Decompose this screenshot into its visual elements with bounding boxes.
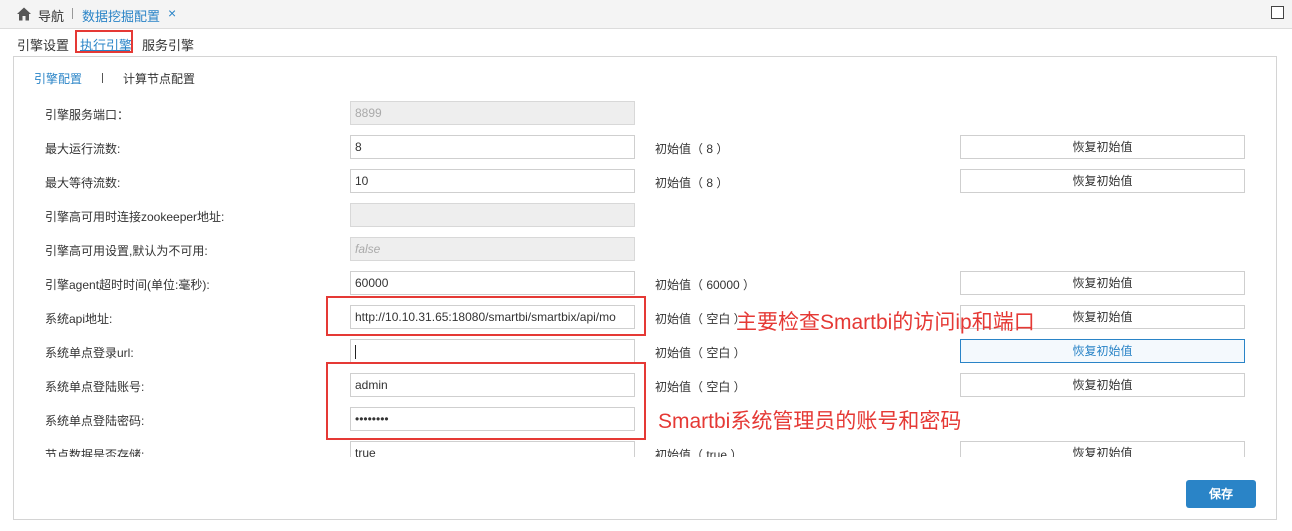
engine-port-field: 8899 (350, 101, 635, 125)
top-tab-bar: 导航 数据挖掘配置 × (0, 0, 1292, 29)
reset-button[interactable]: 恢复初始值 (960, 135, 1245, 159)
field-label: 系统单点登陆账号: (45, 380, 145, 394)
max-waiting-flows-input[interactable]: 10 (350, 169, 635, 193)
form-row-engine-port: 引擎服务端口： 8899 (14, 101, 1276, 127)
agent-timeout-input[interactable]: 60000 (350, 271, 635, 295)
form-row-node-storage: 节点数据是否存储: true 初始值（ true ） 恢复初始值 (14, 441, 1276, 457)
reset-button[interactable]: 恢复初始值 (960, 271, 1245, 295)
field-label: 最大运行流数: (45, 142, 121, 156)
max-running-flows-input[interactable]: 8 (350, 135, 635, 159)
sso-url-input[interactable] (350, 339, 635, 363)
tab-engine-settings[interactable]: 引擎设置 (17, 35, 69, 54)
form-row-max-waiting: 最大等待流数: 10 初始值（ 8 ） 恢复初始值 (14, 169, 1276, 195)
annotation-api-note: 主要检查Smartbi的访问ip和端口 (736, 311, 1035, 334)
field-label: 引擎服务端口： (45, 108, 130, 122)
reset-button[interactable]: 恢复初始值 (960, 441, 1245, 457)
form-row-zookeeper: 引擎高可用时连接zookeeper地址: (14, 203, 1276, 229)
field-label: 最大等待流数: (45, 176, 121, 190)
reset-button[interactable]: 恢复初始值 (960, 339, 1245, 363)
field-label: 系统单点登录url: (45, 346, 134, 360)
initial-value: 初始值（ 60000 ） (655, 278, 756, 292)
node-storage-input[interactable]: true (350, 441, 635, 457)
annotation-account-note: Smartbi系统管理员的账号和密码 (658, 410, 962, 433)
field-label: 引擎高可用时连接zookeeper地址: (45, 210, 225, 224)
maximize-icon[interactable] (1271, 6, 1284, 19)
nav-label[interactable]: 导航 (38, 6, 64, 25)
tab-data-mining-config[interactable]: 数据挖掘配置 (82, 6, 160, 25)
zookeeper-address-field (350, 203, 635, 227)
reset-button[interactable]: 恢复初始值 (960, 373, 1245, 397)
annotation-box-api (326, 296, 646, 336)
initial-value: 初始值（ 空白 ） (655, 380, 746, 394)
high-availability-field: false (350, 237, 635, 261)
field-label: 引擎agent超时时间(单位:毫秒): (45, 278, 210, 292)
initial-value: 初始值（ true ） (655, 448, 743, 457)
reset-button[interactable]: 恢复初始值 (960, 169, 1245, 193)
initial-value: 初始值（ 空白 ） (655, 346, 746, 360)
form-row-agent-timeout: 引擎agent超时时间(单位:毫秒): 60000 初始值（ 60000 ） 恢… (14, 271, 1276, 297)
initial-value: 初始值（ 8 ） (655, 142, 729, 156)
save-button[interactable]: 保存 (1186, 480, 1256, 508)
engine-tabs: 引擎设置 执行引擎 服务引擎 (0, 30, 400, 54)
form-row-max-running: 最大运行流数: 8 初始值（ 8 ） 恢复初始值 (14, 135, 1276, 161)
field-label: 引擎高可用设置,默认为不可用: (45, 244, 208, 258)
tab-service-engine[interactable]: 服务引擎 (142, 35, 194, 54)
nav-separator (72, 8, 73, 19)
close-icon[interactable]: × (168, 5, 176, 21)
initial-value: 初始值（ 空白 ） (655, 312, 746, 326)
field-label: 系统单点登陆密码: (45, 414, 145, 428)
annotation-box-account (326, 362, 646, 440)
initial-value: 初始值（ 8 ） (655, 176, 729, 190)
form-row-high-availability: 引擎高可用设置,默认为不可用: false (14, 237, 1276, 263)
field-label: 系统api地址: (45, 312, 113, 326)
text-caret (355, 344, 356, 359)
field-label: 节点数据是否存储: (45, 448, 145, 457)
home-icon[interactable] (16, 6, 32, 22)
annotation-box-execution-engine (75, 30, 133, 53)
config-panel: 引擎配置 计算节点配置 引擎服务端口： 8899 最大运行流数: 8 初始值（ … (13, 56, 1277, 520)
